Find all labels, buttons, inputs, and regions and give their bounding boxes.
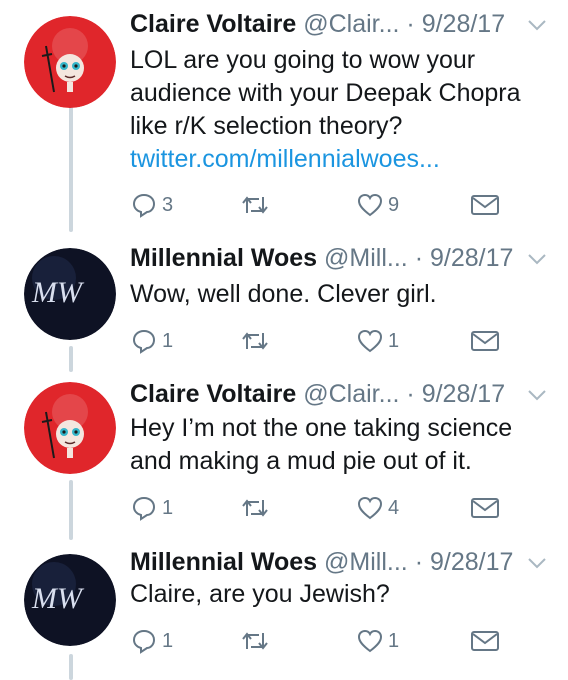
tweet-header: Claire Voltaire @Clair... · 9/28/17 [130,6,548,42]
chevron-down-icon[interactable] [526,240,548,276]
author-name[interactable]: Claire Voltaire [130,380,296,408]
tweet-link[interactable]: twitter.com/millennialwoes... [130,143,550,176]
tweet-actions: 1 1 [130,326,510,356]
reply-count: 1 [162,329,174,352]
mw-monogram-m: MW [31,276,85,309]
tweet-1[interactable]: Claire Voltaire @Clair... · 9/28/17 LOL … [0,0,568,232]
heart-icon [357,329,383,353]
reply-button[interactable]: 3 [130,190,173,220]
author-handle[interactable]: @Mill... [324,548,408,576]
thread-line [69,346,73,372]
author-name[interactable]: Millennial Woes [130,244,317,272]
separator: · [414,548,424,576]
tweet-4[interactable]: MW Millennial Woes @Mill... · 9/28/17 Cl… [0,540,568,680]
retweet-icon [242,332,268,350]
separator: · [406,380,415,408]
dm-button[interactable] [470,326,500,356]
tweet-actions: 3 9 [130,190,510,220]
author-name[interactable]: Millennial Woes [130,548,317,576]
retweet-icon [242,499,268,517]
mw-monogram-m: MW [31,582,85,615]
separator: · [414,244,424,272]
thread-line [69,104,73,232]
retweet-button[interactable] [240,626,274,656]
tweet-date[interactable]: 9/28/17 [430,548,513,576]
tweet-date[interactable]: 9/28/17 [422,380,505,408]
chevron-down-icon[interactable] [526,6,548,42]
tweet-header: Millennial Woes @Mill... · 9/28/17 [130,240,548,276]
like-button[interactable]: 1 [356,626,399,656]
tweet-date[interactable]: 9/28/17 [422,10,505,38]
reply-button[interactable]: 1 [130,326,173,356]
tweet-text: Claire, are you Jewish? [130,578,550,611]
retweet-button[interactable] [240,493,274,523]
reply-icon [132,629,156,654]
reply-icon [132,329,156,354]
like-count: 1 [388,329,400,352]
reply-count: 1 [162,629,174,652]
tweet-text-line: Wow, well done. Clever girl. [130,280,437,308]
tweet-actions: 1 1 [130,626,510,656]
retweet-button[interactable] [240,190,274,220]
like-count: 9 [388,193,400,216]
envelope-icon [471,331,499,351]
tweet-text-line: like r/K selection theory? [130,112,403,140]
heart-icon [357,193,383,217]
tweet-text-line: and making a mud pie out of it. [130,447,472,475]
reply-count: 3 [162,193,174,216]
tweet-date[interactable]: 9/28/17 [430,244,513,272]
author-handle[interactable]: @Mill... [324,244,408,272]
author-name[interactable]: Claire Voltaire [130,10,296,38]
envelope-icon [471,498,499,518]
retweet-icon [242,196,268,214]
chevron-down-icon[interactable] [526,544,548,580]
author-handle[interactable]: @Clair... [303,10,399,38]
retweet-button[interactable] [240,326,274,356]
avatar-claire-voltaire[interactable] [24,16,116,108]
like-count: 4 [388,496,400,519]
avatar-millennial-woes[interactable]: MW [24,554,116,646]
tweet-text-line: audience with your Deepak Chopra [130,79,521,107]
reply-icon [132,193,156,218]
envelope-icon [471,631,499,651]
thread-line [69,654,73,680]
tweet-text-line: Hey I’m not the one taking science [130,414,513,442]
heart-icon [357,496,383,520]
reply-count: 1 [162,496,174,519]
retweet-icon [242,632,268,650]
separator: · [406,10,415,38]
tweet-actions: 1 4 [130,493,510,523]
reply-button[interactable]: 1 [130,493,173,523]
tweet-3[interactable]: Claire Voltaire @Clair... · 9/28/17 Hey … [0,372,568,540]
tweet-text-line: LOL are you going to wow your [130,46,476,74]
like-button[interactable]: 1 [356,326,399,356]
thread-line [69,480,73,540]
avatar-claire-voltaire[interactable] [24,382,116,474]
tweet-text-line: Claire, are you Jewish? [130,580,390,608]
like-button[interactable]: 9 [356,190,399,220]
reply-icon [132,496,156,521]
heart-icon [357,629,383,653]
tweet-text: Hey I’m not the one taking science and m… [130,412,550,478]
reply-button[interactable]: 1 [130,626,173,656]
tweet-header: Claire Voltaire @Clair... · 9/28/17 [130,376,548,412]
like-button[interactable]: 4 [356,493,399,523]
author-handle[interactable]: @Clair... [303,380,399,408]
tweet-2[interactable]: MW Millennial Woes @Mill... · 9/28/17 Wo… [0,232,568,372]
tweet-text: Wow, well done. Clever girl. [130,278,550,311]
tweet-header: Millennial Woes @Mill... · 9/28/17 [130,544,548,580]
tweet-text: LOL are you going to wow your audience w… [130,44,550,176]
dm-button[interactable] [470,626,500,656]
chevron-down-icon[interactable] [526,376,548,412]
dm-button[interactable] [470,190,500,220]
avatar-millennial-woes[interactable]: MW [24,248,116,340]
envelope-icon [471,195,499,215]
dm-button[interactable] [470,493,500,523]
like-count: 1 [388,629,400,652]
